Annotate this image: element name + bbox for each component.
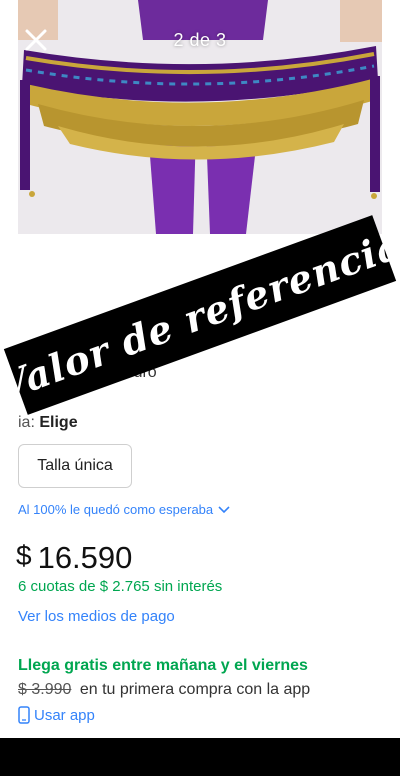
shipping-cost: $ 3.990 en tu primera compra con la app — [18, 681, 310, 699]
system-navigation-bar — [0, 738, 400, 776]
price-amount: 16.590 — [37, 540, 133, 575]
size-option-button[interactable]: Talla única — [18, 444, 132, 488]
size-value: Elige — [39, 414, 78, 431]
phone-icon — [18, 706, 30, 724]
use-app-link[interactable]: Usar app — [18, 706, 95, 724]
close-icon[interactable] — [22, 26, 50, 54]
chevron-down-icon — [218, 505, 230, 513]
fit-review-link[interactable]: Al 100% le quedó como esperaba — [18, 502, 231, 517]
size-label-fragment: ia: — [18, 414, 35, 431]
use-app-label: Usar app — [34, 706, 95, 724]
installments-text: 6 cuotas de $ 2.765 sin interés — [18, 578, 223, 595]
review-text: Al 100% le quedó como esperaba — [18, 502, 214, 517]
size-label: ia: Elige — [18, 414, 78, 432]
payment-methods-link[interactable]: Ver los medios de pago — [18, 608, 175, 625]
price-currency: $ — [16, 540, 32, 571]
old-shipping-cost: $ 3.990 — [18, 681, 72, 698]
shipping-headline: Llega gratis entre mañana y el viernes — [18, 657, 308, 674]
photo-counter: 2 de 3 — [173, 30, 227, 50]
shipping-condition: en tu primera compra con la app — [79, 681, 311, 698]
price: $ 16.590 — [16, 540, 132, 576]
